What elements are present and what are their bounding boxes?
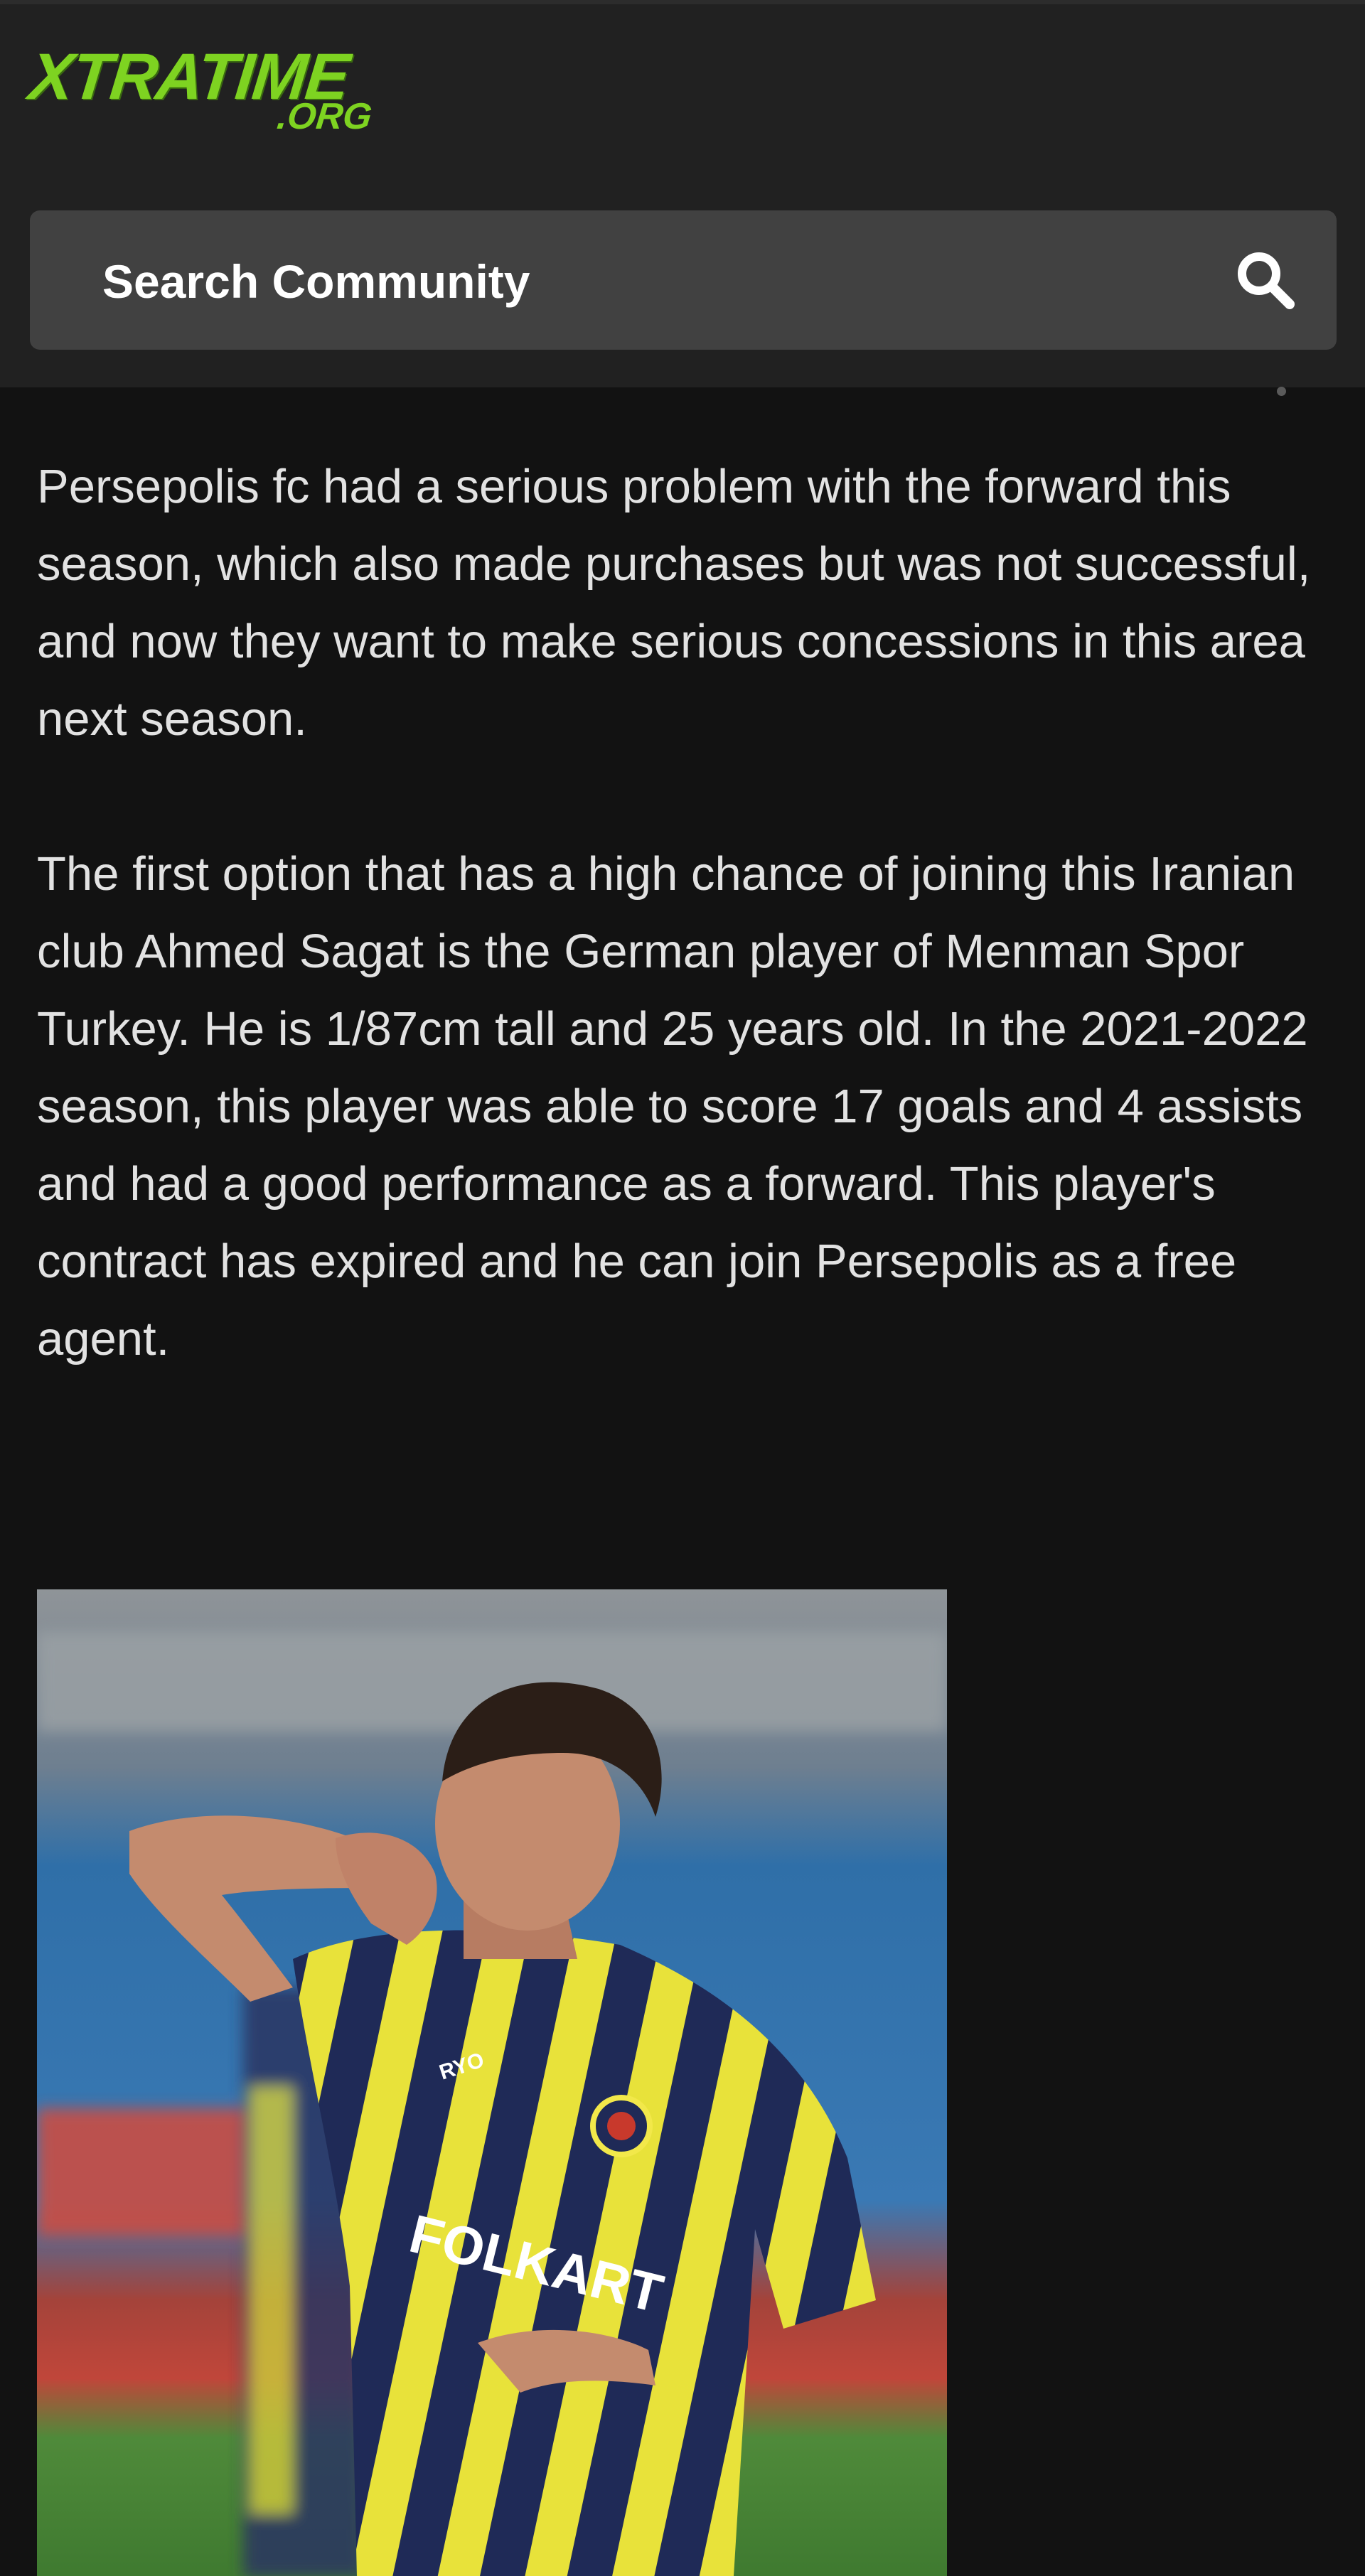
article-paragraph: Persepolis fc had a serious problem with… [37,460,1311,746]
player-photo[interactable]: FOLKART RYO [37,1589,947,2576]
search-placeholder: Search Community [102,255,530,308]
status-strip [0,0,1365,4]
article-paragraph: The first option that has a high chance … [37,847,1308,1365]
scroll-indicator [1277,387,1286,396]
site-logo[interactable]: XTRATIME .ORG [26,41,385,141]
logo-domain: .ORG [274,96,374,137]
search-community-bar[interactable]: Search Community [30,210,1337,350]
site-header: XTRATIME .ORG Search Community [0,0,1365,387]
search-icon[interactable] [1233,247,1298,313]
article-body: Persepolis fc had a serious problem with… [37,448,1324,1378]
